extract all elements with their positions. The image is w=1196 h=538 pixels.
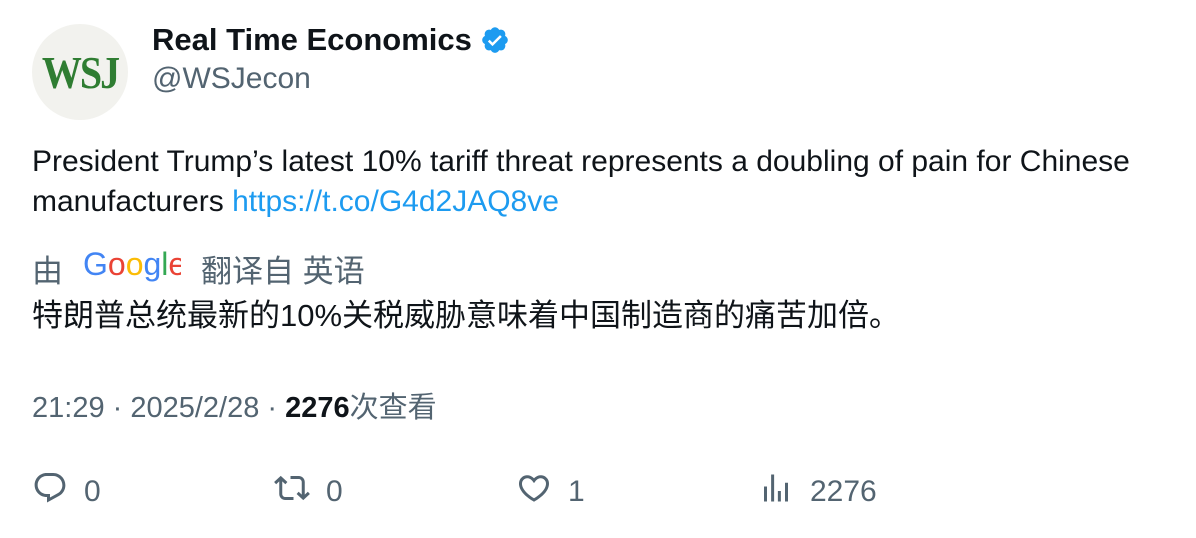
analytics-icon bbox=[758, 470, 794, 514]
svg-text:Google: Google bbox=[83, 247, 181, 282]
action-bar: 0 0 1 2276 bbox=[32, 470, 1172, 514]
retweet-icon bbox=[274, 470, 310, 514]
display-name[interactable]: Real Time Economics bbox=[152, 22, 472, 58]
tweet-meta: 21:29 · 2025/2/28 · 2276次查看 bbox=[32, 384, 437, 426]
translated-text: 特朗普总统最新的10%关税威胁意味着中国制造商的痛苦加倍。 bbox=[32, 298, 901, 333]
reply-count: 0 bbox=[84, 475, 101, 508]
heart-icon bbox=[516, 470, 552, 514]
views-label: 次查看 bbox=[349, 392, 437, 424]
handle[interactable]: @WSJecon bbox=[152, 62, 311, 96]
translation-attribution: 由 Google 翻译自 英语 bbox=[32, 246, 365, 291]
meta-separator: · bbox=[104, 392, 131, 424]
views-button[interactable]: 2276 bbox=[758, 470, 877, 514]
views-action-count: 2276 bbox=[810, 475, 877, 508]
translation-suffix: 翻译自 英语 bbox=[201, 254, 365, 289]
tweet-text: President Trump’s latest 10% tariff thre… bbox=[32, 142, 1152, 222]
tweet-time[interactable]: 21:29 bbox=[32, 392, 105, 424]
views-count: 2276 bbox=[285, 392, 350, 424]
reply-icon bbox=[32, 470, 68, 514]
avatar-logo: WSJ bbox=[41, 46, 120, 98]
meta-separator: · bbox=[259, 392, 286, 424]
retweet-count: 0 bbox=[326, 475, 343, 508]
reply-button[interactable]: 0 bbox=[32, 470, 101, 514]
like-button[interactable]: 1 bbox=[516, 470, 585, 514]
retweet-button[interactable]: 0 bbox=[274, 470, 343, 514]
tweet-date[interactable]: 2025/2/28 bbox=[130, 392, 259, 424]
verified-badge-icon[interactable] bbox=[480, 25, 510, 55]
translation-prefix: 由 bbox=[32, 254, 63, 289]
author-name-row: Real Time Economics bbox=[152, 22, 510, 58]
tweet-body: President Trump’s latest 10% tariff thre… bbox=[32, 145, 1130, 218]
tweet-link[interactable]: https://t.co/G4d2JAQ8ve bbox=[232, 185, 559, 218]
avatar[interactable]: WSJ bbox=[32, 24, 128, 120]
google-logo-icon[interactable]: Google bbox=[83, 246, 186, 291]
like-count: 1 bbox=[568, 475, 585, 508]
